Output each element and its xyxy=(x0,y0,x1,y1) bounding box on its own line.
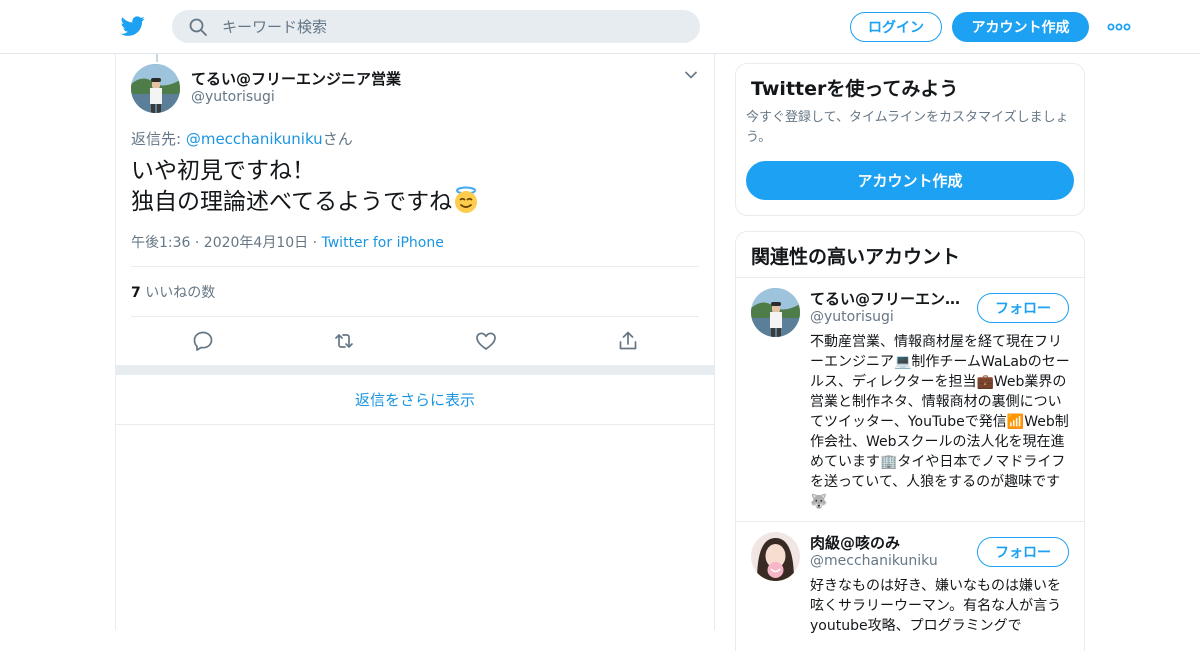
related-account-name[interactable]: 肉級@咳のみ xyxy=(810,532,900,553)
reply-to-suffix: さん xyxy=(322,130,353,148)
section-separator xyxy=(116,365,714,375)
related-account-item: 肉級@咳のみ @mecchanikuniku フォロー 好きなものは好き、嫌いな… xyxy=(736,522,1084,662)
thread-connector-line xyxy=(156,54,158,62)
smiling-face-with-halo-icon xyxy=(455,186,478,213)
tweet-detail-column: てるい@フリーエンジニア営業 @yutorisugi 返信先: @mecchan… xyxy=(115,54,715,630)
related-account-avatar[interactable] xyxy=(751,288,800,337)
reply-to-mention[interactable]: @mecchanikuniku xyxy=(186,130,323,148)
likes-label: いいねの数 xyxy=(140,285,216,301)
tweet-time[interactable]: 午後1:36 · 2020年4月10日 · xyxy=(131,235,322,251)
top-navigation-bar: ログイン アカウント作成 xyxy=(0,0,1200,54)
tweet-source-link[interactable]: Twitter for iPhone xyxy=(322,235,444,251)
tweet-timestamp: 午後1:36 · 2020年4月10日 · Twitter for iPhone xyxy=(131,232,444,252)
like-icon[interactable] xyxy=(475,330,497,352)
search-input[interactable] xyxy=(222,10,682,43)
related-account-handle[interactable]: @mecchanikuniku xyxy=(810,553,938,569)
related-accounts-title: 関連性の高いアカウント xyxy=(751,246,961,268)
show-more-replies-link[interactable]: 返信をさらに表示 xyxy=(116,375,714,425)
tweet-text: いや初見ですね！ 独自の理論述べてるようですね xyxy=(131,156,480,217)
follow-button[interactable]: フォロー xyxy=(977,537,1069,567)
reply-icon[interactable] xyxy=(192,330,214,352)
follow-button[interactable]: フォロー xyxy=(977,293,1069,323)
divider xyxy=(131,266,699,267)
signup-card-title: Twitterを使ってみよう xyxy=(751,78,959,100)
search-bar[interactable] xyxy=(172,10,700,43)
likes-number: 7 xyxy=(131,285,141,301)
related-account-avatar[interactable] xyxy=(751,532,800,581)
twitter-bird-icon[interactable] xyxy=(120,14,146,38)
tweet-text-line: 独自の理論述べてるようですね xyxy=(131,186,480,217)
related-accounts-card: 関連性の高いアカウント てるい@フリーエンジニア営業 @yutorisugi フ… xyxy=(735,231,1085,651)
related-account-name[interactable]: てるい@フリーエンジニア営業 xyxy=(810,288,970,309)
search-icon xyxy=(189,18,207,36)
related-account-handle[interactable]: @yutorisugi xyxy=(810,309,894,325)
share-icon[interactable] xyxy=(617,330,639,352)
signup-card-button[interactable]: アカウント作成 xyxy=(746,161,1074,200)
signup-prompt-card: Twitterを使ってみよう 今すぐ登録して、タイムラインをカスタマイズしましょ… xyxy=(735,63,1085,216)
more-dots-icon[interactable] xyxy=(1106,18,1132,36)
related-account-item: てるい@フリーエンジニア営業 @yutorisugi フォロー 不動産営業、情報… xyxy=(736,278,1084,522)
retweet-icon[interactable] xyxy=(333,330,355,352)
chevron-down-icon[interactable] xyxy=(684,70,698,80)
tweet-text-line: いや初見ですね！ xyxy=(131,158,315,184)
author-name[interactable]: てるい@フリーエンジニア営業 xyxy=(191,68,401,89)
signup-card-description: 今すぐ登録して、タイムラインをカスタマイズしましょう。 xyxy=(746,110,1069,145)
reply-to-line: 返信先: @mecchanikunikuさん xyxy=(131,128,353,149)
login-button[interactable]: ログイン xyxy=(850,12,942,42)
author-avatar[interactable] xyxy=(131,64,180,113)
related-account-bio: 不動産営業、情報商材屋を経て現在フリーエンジニア💻制作チームWaLabのセールス… xyxy=(810,334,1070,510)
signup-button[interactable]: アカウント作成 xyxy=(952,12,1089,42)
likes-count[interactable]: 7 いいねの数 xyxy=(131,282,215,302)
reply-to-prefix: 返信先: xyxy=(131,130,186,148)
related-account-bio: 好きなものは好き、嫌いなものは嫌いを呟くサラリーウーマン。有名な人が言うyout… xyxy=(810,578,1062,634)
divider xyxy=(131,316,699,317)
author-handle[interactable]: @yutorisugi xyxy=(191,89,275,105)
